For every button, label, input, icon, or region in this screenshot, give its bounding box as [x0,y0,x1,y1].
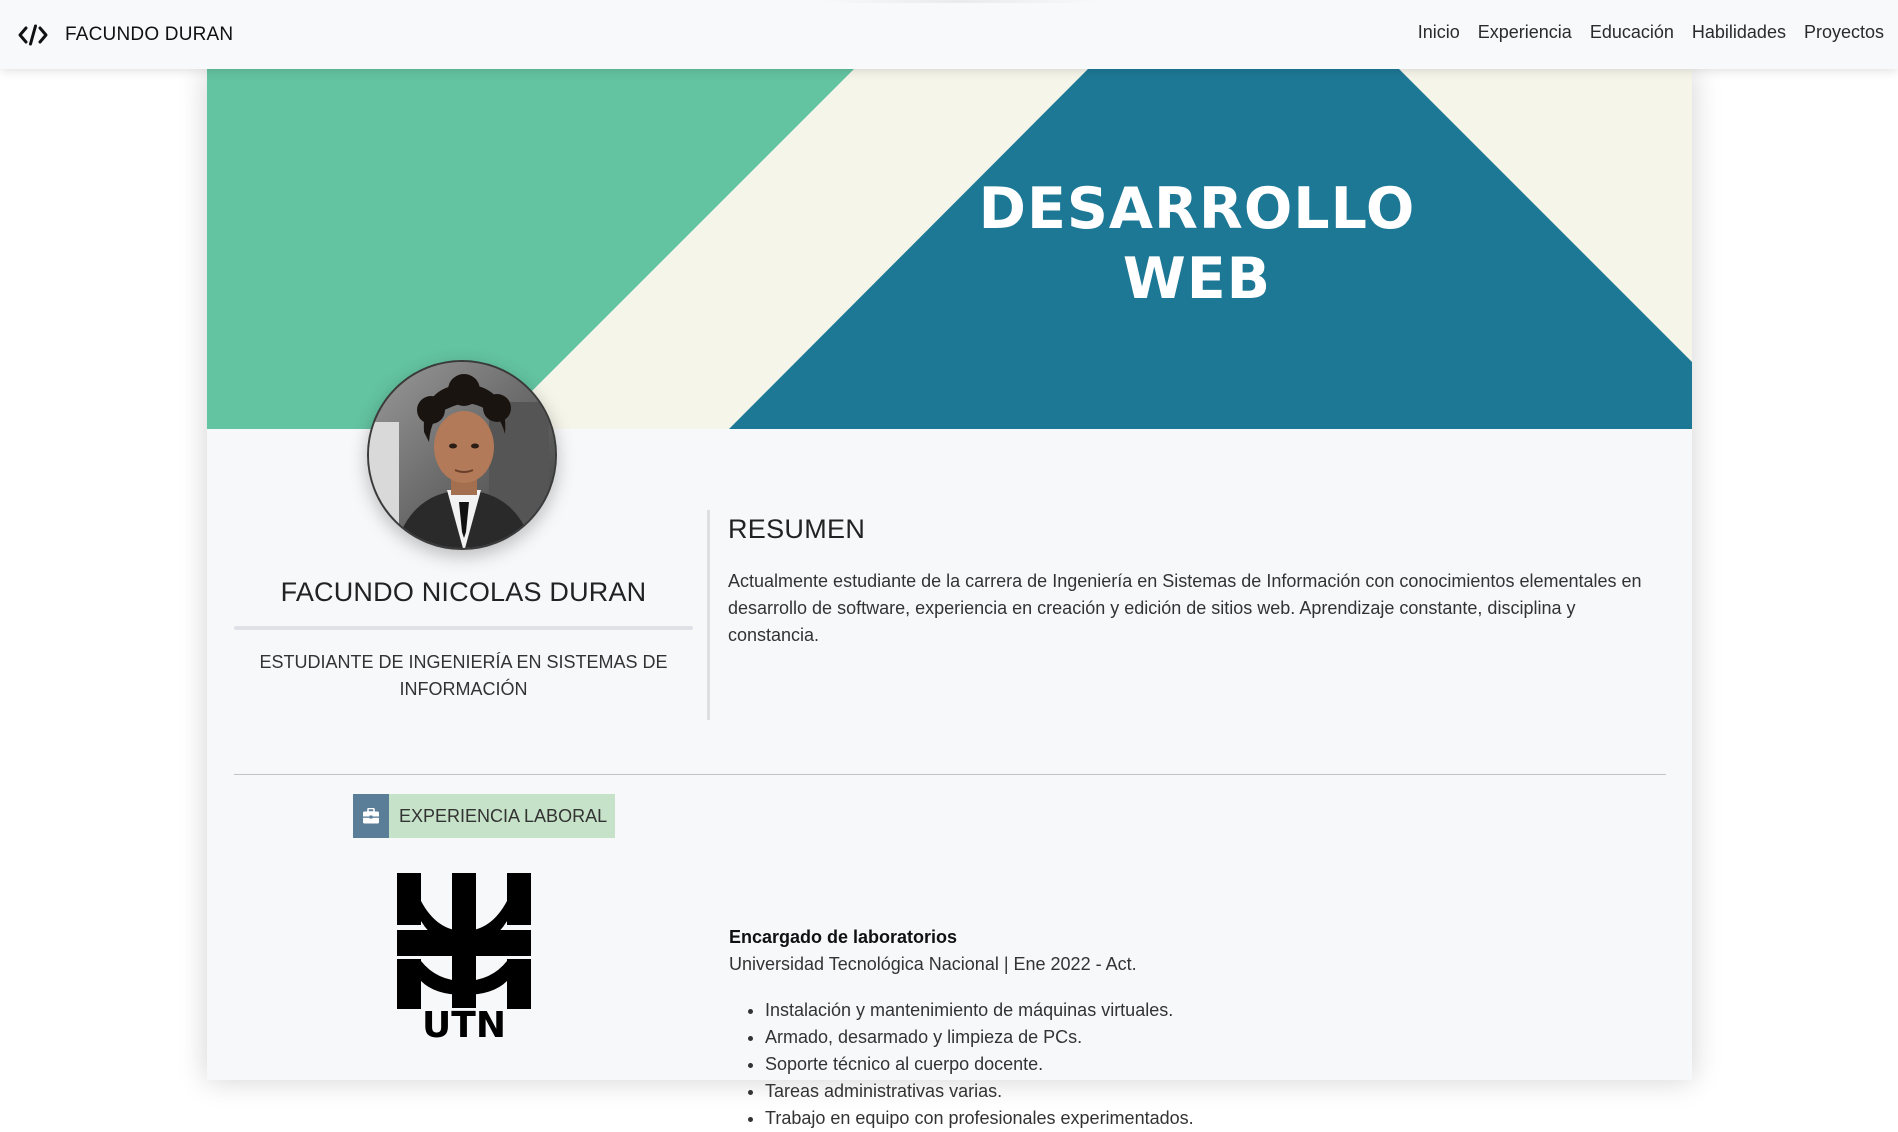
utn-logo: UTN [397,873,531,1039]
section-divider [234,774,1666,775]
vertical-divider [707,510,710,720]
nav-links: Inicio Experiencia Educación Habilidades… [1400,22,1884,43]
list-item: Armado, desarmado y limpieza de PCs. [765,1024,1194,1051]
experience-section-label: EXPERIENCIA LABORAL [389,794,616,838]
brand-link[interactable]: FACUNDO DURAN [18,20,233,50]
navbar: FACUNDO DURAN Inicio Experiencia Educaci… [0,0,1898,69]
list-item: Tareas administrativas varias. [765,1078,1194,1105]
summary-title: RESUMEN [728,514,866,544]
profile-name: FACUNDO NICOLAS DURAN [280,577,647,607]
profile-role: ESTUDIANTE DE INGENIERÍA EN SISTEMAS DE … [259,652,668,699]
experience-section-header: EXPERIENCIA LABORAL [353,794,616,838]
nav-link-habilidades[interactable]: Habilidades [1692,22,1786,43]
nav-link-experiencia[interactable]: Experiencia [1478,22,1572,43]
job-title: Encargado de laboratorios [729,927,958,947]
brand-name: FACUNDO DURAN [65,24,234,45]
profile-photo [367,360,557,550]
nav-link-inicio[interactable]: Inicio [1418,22,1460,43]
list-item: Instalación y mantenimiento de máquinas … [765,997,1194,1024]
resume-card: DESARROLLO WEB FACUNDO NICOLAS DURAN EST… [207,69,1692,1128]
nav-link-educacion[interactable]: Educación [1590,22,1674,43]
briefcase-icon [353,794,389,838]
banner-title-line2: WEB [1122,246,1272,312]
nav-link-proyectos[interactable]: Proyectos [1804,22,1884,43]
summary-text: Actualmente estudiante de la carrera de … [728,571,1642,645]
nav-top-shadow [820,0,1100,3]
profile-divider [234,626,693,630]
list-item: Soporte técnico al cuerpo docente. [765,1051,1194,1078]
banner-title-line1: DESARROLLO [978,176,1416,242]
job-task-list: Instalación y mantenimiento de máquinas … [729,997,1194,1132]
banner-title: DESARROLLO WEB [947,174,1447,314]
utn-logo-text: UTN [422,1005,506,1039]
list-item: Trabajo en equipo con profesionales expe… [765,1105,1194,1132]
job-organization: Universidad Tecnológica Nacional | Ene 2… [729,954,1137,974]
code-icon [18,24,48,46]
